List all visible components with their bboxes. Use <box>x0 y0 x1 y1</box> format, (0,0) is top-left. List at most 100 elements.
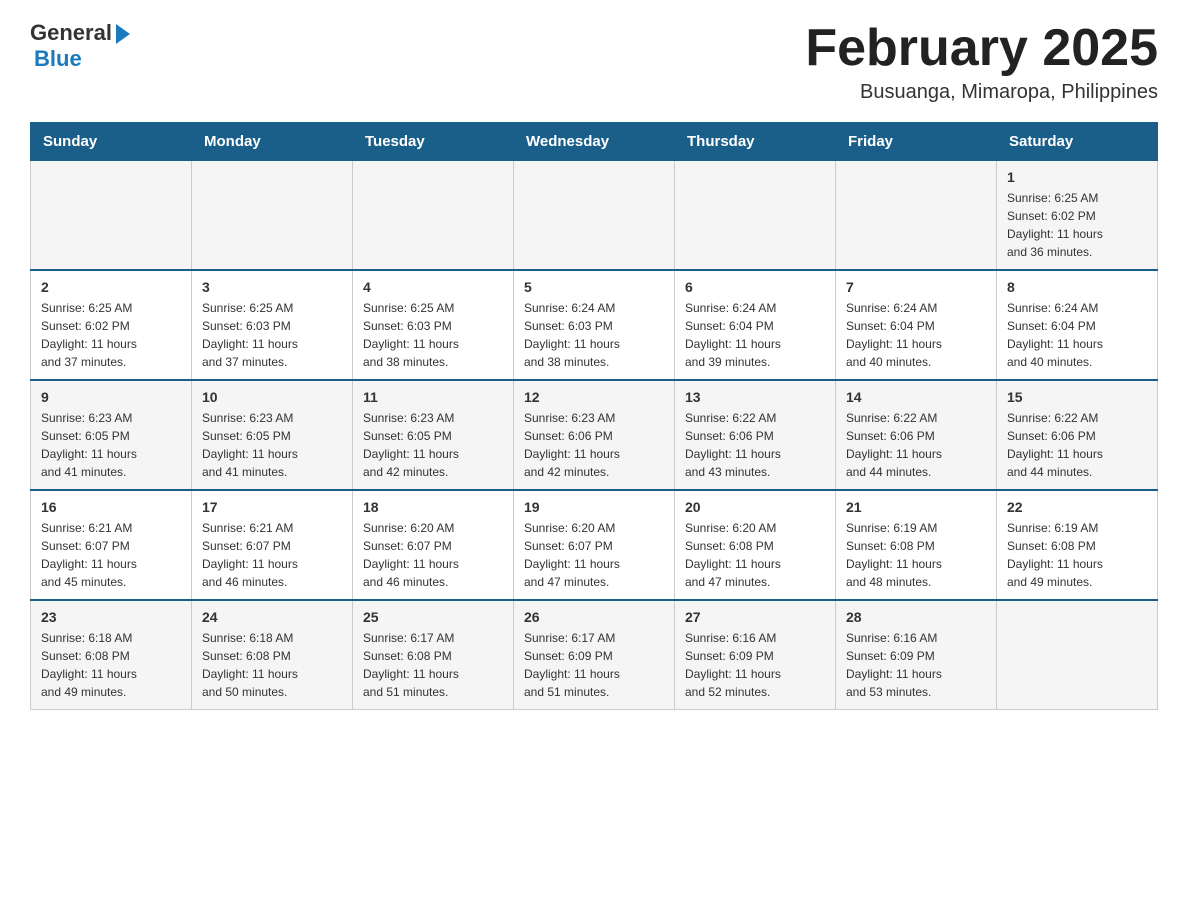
calendar-cell: 25Sunrise: 6:17 AM Sunset: 6:08 PM Dayli… <box>353 600 514 710</box>
day-info: Sunrise: 6:16 AM Sunset: 6:09 PM Dayligh… <box>685 629 825 701</box>
calendar-cell: 12 Sunrise: 6:23 AM Sunset: 6:06 PM Dayli… <box>514 380 675 490</box>
weekday-header-tuesday: Tuesday <box>353 123 514 161</box>
logo: General Blue <box>30 20 130 72</box>
calendar-cell: 22 Sunrise: 6:19 AM Sunset: 6:08 PM Dayli… <box>997 490 1158 600</box>
calendar-cell: 28Sunrise: 6:16 AM Sunset: 6:09 PM Dayli… <box>836 600 997 710</box>
day-info: Sunrise: 6:22 AM Sunset: 6:06 PM Dayligh… <box>846 409 986 481</box>
day-info: Sunrise: 6:25 AM Sunset: 6:03 PM Dayligh… <box>363 299 503 371</box>
calendar-cell: 14 Sunrise: 6:22 AM Sunset: 6:06 PM Dayli… <box>836 380 997 490</box>
calendar-cell: 8 Sunrise: 6:24 AM Sunset: 6:04 PM Daylig… <box>997 270 1158 380</box>
day-number: 20 <box>685 499 825 515</box>
day-info: Sunrise: 6:20 AM Sunset: 6:08 PM Dayligh… <box>685 519 825 591</box>
calendar-cell: 18 Sunrise: 6:20 AM Sunset: 6:07 PM Dayli… <box>353 490 514 600</box>
calendar-cell: 6 Sunrise: 6:24 AM Sunset: 6:04 PM Daylig… <box>675 270 836 380</box>
day-number: 9 <box>41 389 181 405</box>
logo-blue-text: Blue <box>34 46 82 72</box>
day-number: 13 <box>685 389 825 405</box>
day-number: 25 <box>363 609 503 625</box>
day-number: 22 <box>1007 499 1147 515</box>
day-info: Sunrise: 6:21 AM Sunset: 6:07 PM Dayligh… <box>202 519 342 591</box>
calendar-cell <box>997 600 1158 710</box>
day-number: 19 <box>524 499 664 515</box>
calendar-cell: 3 Sunrise: 6:25 AM Sunset: 6:03 PM Daylig… <box>192 270 353 380</box>
day-info: Sunrise: 6:22 AM Sunset: 6:06 PM Dayligh… <box>1007 409 1147 481</box>
day-info: Sunrise: 6:25 AM Sunset: 6:03 PM Dayligh… <box>202 299 342 371</box>
calendar-cell: 15 Sunrise: 6:22 AM Sunset: 6:06 PM Dayli… <box>997 380 1158 490</box>
day-number: 6 <box>685 279 825 295</box>
calendar-cell: 21 Sunrise: 6:19 AM Sunset: 6:08 PM Dayli… <box>836 490 997 600</box>
weekday-header-saturday: Saturday <box>997 123 1158 161</box>
logo-general-text: General <box>30 20 112 46</box>
day-info: Sunrise: 6:25 AM Sunset: 6:02 PM Dayligh… <box>41 299 181 371</box>
day-number: 23 <box>41 609 181 625</box>
calendar-cell: 9 Sunrise: 6:23 AM Sunset: 6:05 PM Daylig… <box>31 380 192 490</box>
calendar-cell <box>192 161 353 271</box>
page-header: General Blue February 2025 Busuanga, Mim… <box>30 20 1158 104</box>
calendar-cell: 11 Sunrise: 6:23 AM Sunset: 6:05 PM Dayli… <box>353 380 514 490</box>
calendar-cell: 20 Sunrise: 6:20 AM Sunset: 6:08 PM Dayli… <box>675 490 836 600</box>
day-info: Sunrise: 6:24 AM Sunset: 6:03 PM Dayligh… <box>524 299 664 371</box>
day-number: 10 <box>202 389 342 405</box>
day-number: 7 <box>846 279 986 295</box>
calendar-cell: 7 Sunrise: 6:24 AM Sunset: 6:04 PM Daylig… <box>836 270 997 380</box>
day-info: Sunrise: 6:23 AM Sunset: 6:05 PM Dayligh… <box>363 409 503 481</box>
calendar-cell: 5 Sunrise: 6:24 AM Sunset: 6:03 PM Daylig… <box>514 270 675 380</box>
day-number: 11 <box>363 389 503 405</box>
day-info: Sunrise: 6:18 AM Sunset: 6:08 PM Dayligh… <box>202 629 342 701</box>
day-info: Sunrise: 6:25 AM Sunset: 6:02 PM Dayligh… <box>1007 189 1147 261</box>
calendar-cell: 2 Sunrise: 6:25 AM Sunset: 6:02 PM Daylig… <box>31 270 192 380</box>
month-title: February 2025 <box>805 20 1158 77</box>
weekday-header-wednesday: Wednesday <box>514 123 675 161</box>
weekday-header-friday: Friday <box>836 123 997 161</box>
calendar-cell <box>353 161 514 271</box>
day-number: 5 <box>524 279 664 295</box>
day-info: Sunrise: 6:17 AM Sunset: 6:09 PM Dayligh… <box>524 629 664 701</box>
day-info: Sunrise: 6:18 AM Sunset: 6:08 PM Dayligh… <box>41 629 181 701</box>
calendar-cell: 13Sunrise: 6:22 AM Sunset: 6:06 PM Dayli… <box>675 380 836 490</box>
day-info: Sunrise: 6:23 AM Sunset: 6:06 PM Dayligh… <box>524 409 664 481</box>
day-info: Sunrise: 6:23 AM Sunset: 6:05 PM Dayligh… <box>202 409 342 481</box>
week-row-5: 23 Sunrise: 6:18 AM Sunset: 6:08 PM Dayli… <box>31 600 1158 710</box>
day-number: 12 <box>524 389 664 405</box>
location-text: Busuanga, Mimaropa, Philippines <box>805 81 1158 104</box>
weekday-header-sunday: Sunday <box>31 123 192 161</box>
day-number: 21 <box>846 499 986 515</box>
calendar-cell: 1Sunrise: 6:25 AM Sunset: 6:02 PM Daylig… <box>997 161 1158 271</box>
day-number: 4 <box>363 279 503 295</box>
calendar-cell: 23 Sunrise: 6:18 AM Sunset: 6:08 PM Dayli… <box>31 600 192 710</box>
day-number: 27 <box>685 609 825 625</box>
week-row-1: 1Sunrise: 6:25 AM Sunset: 6:02 PM Daylig… <box>31 161 1158 271</box>
weekday-header-monday: Monday <box>192 123 353 161</box>
calendar-cell <box>514 161 675 271</box>
day-number: 2 <box>41 279 181 295</box>
calendar-cell <box>675 161 836 271</box>
calendar-cell: 17Sunrise: 6:21 AM Sunset: 6:07 PM Dayli… <box>192 490 353 600</box>
day-info: Sunrise: 6:19 AM Sunset: 6:08 PM Dayligh… <box>846 519 986 591</box>
weekday-header-thursday: Thursday <box>675 123 836 161</box>
day-info: Sunrise: 6:20 AM Sunset: 6:07 PM Dayligh… <box>363 519 503 591</box>
day-number: 26 <box>524 609 664 625</box>
day-number: 16 <box>41 499 181 515</box>
day-info: Sunrise: 6:21 AM Sunset: 6:07 PM Dayligh… <box>41 519 181 591</box>
day-info: Sunrise: 6:24 AM Sunset: 6:04 PM Dayligh… <box>685 299 825 371</box>
day-number: 14 <box>846 389 986 405</box>
calendar-cell <box>836 161 997 271</box>
day-number: 15 <box>1007 389 1147 405</box>
day-info: Sunrise: 6:24 AM Sunset: 6:04 PM Dayligh… <box>1007 299 1147 371</box>
day-number: 8 <box>1007 279 1147 295</box>
day-number: 3 <box>202 279 342 295</box>
day-info: Sunrise: 6:24 AM Sunset: 6:04 PM Dayligh… <box>846 299 986 371</box>
week-row-4: 16 Sunrise: 6:21 AM Sunset: 6:07 PM Dayli… <box>31 490 1158 600</box>
day-info: Sunrise: 6:19 AM Sunset: 6:08 PM Dayligh… <box>1007 519 1147 591</box>
day-number: 18 <box>363 499 503 515</box>
calendar-cell: 26 Sunrise: 6:17 AM Sunset: 6:09 PM Dayli… <box>514 600 675 710</box>
logo-arrow-icon <box>116 24 130 44</box>
calendar-cell: 19 Sunrise: 6:20 AM Sunset: 6:07 PM Dayli… <box>514 490 675 600</box>
day-info: Sunrise: 6:20 AM Sunset: 6:07 PM Dayligh… <box>524 519 664 591</box>
week-row-3: 9 Sunrise: 6:23 AM Sunset: 6:05 PM Daylig… <box>31 380 1158 490</box>
calendar-cell <box>31 161 192 271</box>
day-info: Sunrise: 6:23 AM Sunset: 6:05 PM Dayligh… <box>41 409 181 481</box>
calendar-cell: 10 Sunrise: 6:23 AM Sunset: 6:05 PM Dayli… <box>192 380 353 490</box>
calendar-cell: 27 Sunrise: 6:16 AM Sunset: 6:09 PM Dayli… <box>675 600 836 710</box>
calendar-table: SundayMondayTuesdayWednesdayThursdayFrid… <box>30 122 1158 710</box>
